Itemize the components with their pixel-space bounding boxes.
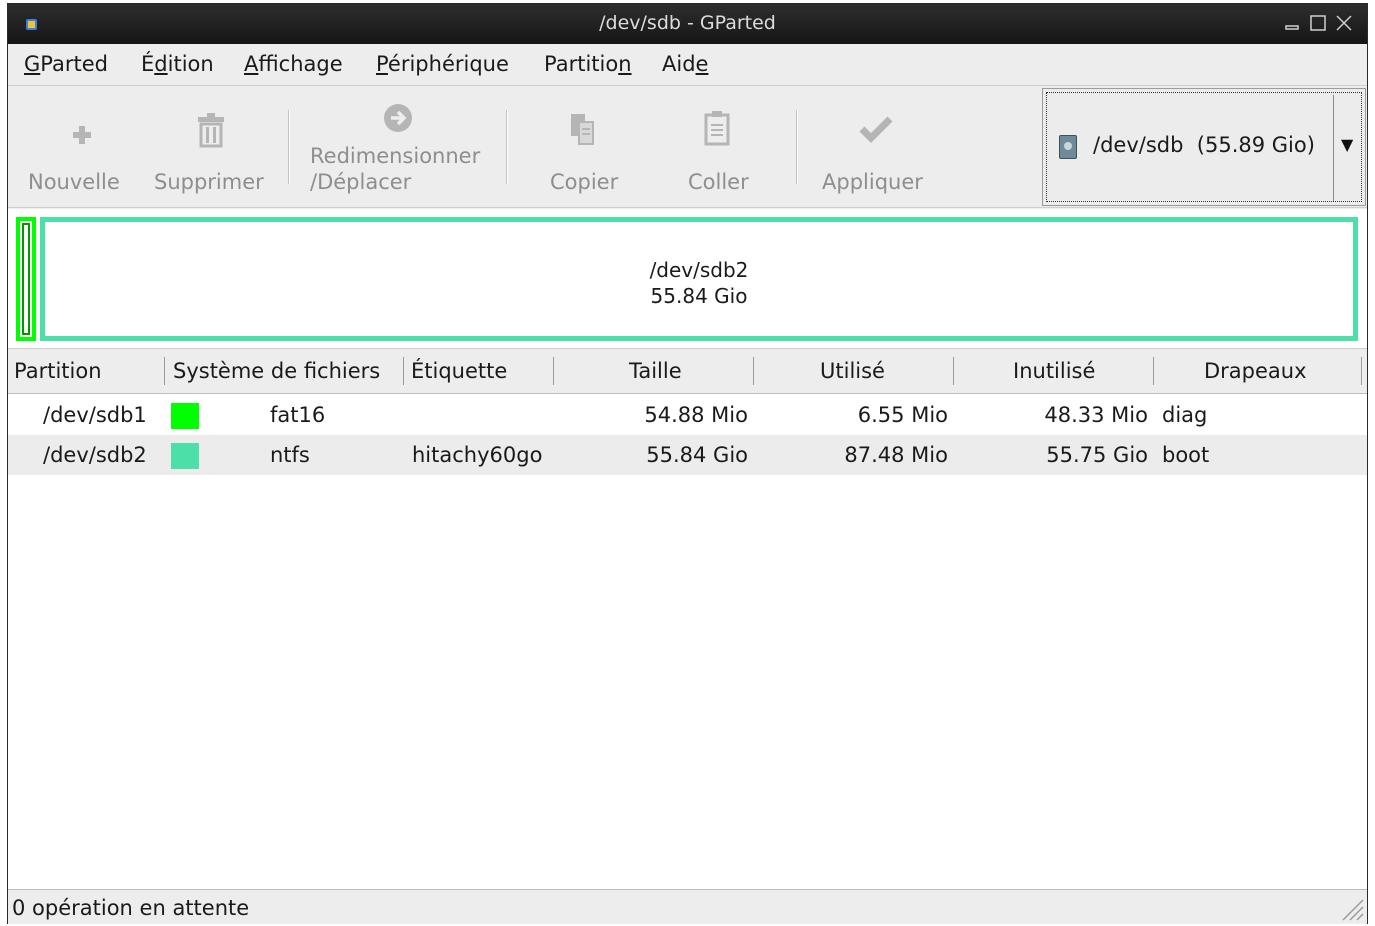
- cell-filesystem: ntfs: [270, 443, 310, 467]
- paste-label: Coller: [688, 170, 749, 194]
- maximize-icon[interactable]: [1308, 13, 1328, 33]
- combo-separator: [1333, 95, 1334, 201]
- resize-label-line2: /Déplacer: [310, 170, 412, 194]
- dropdown-arrow-icon[interactable]: ▼: [1341, 135, 1353, 154]
- menu-edition-post: ition: [167, 52, 214, 76]
- menu-edition-pre: É: [141, 52, 155, 76]
- toolbar: Nouvelle Supprimer Redimensionner /Dépla…: [8, 86, 1367, 208]
- resize-icon: [384, 104, 412, 132]
- col-header-filesystem[interactable]: Système de fichiers: [173, 359, 380, 383]
- menu-gparted[interactable]: GParted: [24, 52, 108, 76]
- col-header-label[interactable]: Étiquette: [411, 359, 507, 383]
- menu-peripherique[interactable]: Périphérique: [376, 52, 509, 76]
- device-value: /dev/sdb (55.89 Gio): [1093, 133, 1315, 157]
- partition-usage-bar: [22, 223, 30, 335]
- table-row[interactable]: /dev/sdb2 ntfs hitachy60go 55.84 Gio 87.…: [8, 435, 1367, 475]
- cell-filesystem: fat16: [270, 403, 326, 427]
- cell-used: 87.48 Mio: [844, 443, 948, 467]
- delete-label: Supprimer: [154, 170, 264, 194]
- cell-flags: boot: [1162, 443, 1210, 467]
- cell-label: hitachy60go: [412, 443, 543, 467]
- cell-partition: /dev/sdb2: [43, 443, 147, 467]
- table-header: Partition Système de fichiers Étiquette …: [8, 349, 1367, 394]
- trash-icon: [198, 113, 224, 148]
- disk-map: /dev/sdb2 55.84 Gio: [8, 209, 1367, 349]
- menu-partition-mnemonic: n: [618, 52, 632, 76]
- menu-aide-pre: Aid: [662, 52, 696, 76]
- copy-button[interactable]: Copier: [518, 86, 658, 206]
- clipboard-icon: [704, 111, 730, 146]
- column-divider[interactable]: [1361, 357, 1362, 385]
- status-bar: 0 opération en attente: [8, 889, 1367, 924]
- filesystem-color-swatch: [171, 403, 199, 429]
- partition-table: Partition Système de fichiers Étiquette …: [8, 349, 1367, 889]
- cell-unused: 55.75 Gio: [1046, 443, 1148, 467]
- menu-partition-pre: Partitio: [544, 52, 619, 76]
- menu-bar: GParted Édition Affichage Périphérique P…: [8, 44, 1367, 86]
- cell-flags: diag: [1162, 403, 1208, 427]
- column-divider[interactable]: [164, 357, 165, 385]
- plus-icon: [73, 126, 91, 144]
- copy-label: Copier: [550, 170, 619, 194]
- resize-label-line1: Redimensionner: [310, 144, 481, 168]
- col-header-unused[interactable]: Inutilisé: [1013, 359, 1095, 383]
- device-size: (55.89 Gio): [1196, 133, 1315, 157]
- window-title: /dev/sdb - GParted: [599, 12, 776, 34]
- paste-button[interactable]: Coller: [658, 86, 788, 206]
- filesystem-color-swatch: [171, 443, 199, 469]
- menu-edition[interactable]: Édition: [141, 52, 214, 76]
- cell-used: 6.55 Mio: [857, 403, 948, 427]
- column-divider[interactable]: [1153, 357, 1154, 385]
- minimize-icon[interactable]: [1282, 13, 1302, 33]
- device-name: /dev/sdb: [1093, 133, 1184, 157]
- menu-gparted-post: Parted: [40, 52, 108, 76]
- checkmark-icon: [859, 116, 893, 143]
- menu-affichage-mnemonic: A: [244, 52, 259, 76]
- delete-button[interactable]: Supprimer: [148, 86, 278, 206]
- partition-block-sdb2[interactable]: /dev/sdb2 55.84 Gio: [40, 217, 1358, 341]
- col-header-used[interactable]: Utilisé: [820, 359, 885, 383]
- partition-block-size: 55.84 Gio: [650, 284, 748, 308]
- col-header-size[interactable]: Taille: [629, 359, 682, 383]
- cell-size: 54.88 Mio: [644, 403, 748, 427]
- harddisk-icon: [1059, 135, 1077, 159]
- new-label: Nouvelle: [28, 170, 120, 194]
- apply-button[interactable]: Appliquer: [808, 86, 958, 206]
- menu-aide-mnemonic: e: [695, 52, 709, 76]
- table-row[interactable]: /dev/sdb1 fat16 54.88 Mio 6.55 Mio 48.33…: [8, 395, 1367, 435]
- apply-label: Appliquer: [822, 170, 923, 194]
- new-button[interactable]: Nouvelle: [8, 86, 148, 206]
- gparted-window: /dev/sdb - GParted GParted Édition Affic…: [7, 3, 1368, 924]
- col-header-flags[interactable]: Drapeaux: [1204, 359, 1307, 383]
- device-selector[interactable]: /dev/sdb (55.89 Gio) ▼: [1042, 88, 1366, 206]
- column-divider[interactable]: [553, 357, 554, 385]
- column-divider[interactable]: [753, 357, 754, 385]
- toolbar-separator: [506, 110, 508, 184]
- menu-peripherique-mnemonic: P: [376, 52, 388, 76]
- title-bar[interactable]: /dev/sdb - GParted: [8, 4, 1367, 44]
- partition-block-sdb1[interactable]: [16, 217, 36, 341]
- copy-icon: [571, 114, 594, 145]
- col-header-partition[interactable]: Partition: [14, 359, 102, 383]
- toolbar-separator: [288, 110, 290, 184]
- menu-gparted-mnemonic: G: [24, 52, 41, 76]
- partition-block-name: /dev/sdb2: [649, 258, 749, 282]
- menu-partition[interactable]: Partition: [544, 52, 632, 76]
- toolbar-separator: [796, 110, 798, 184]
- cell-unused: 48.33 Mio: [1044, 403, 1148, 427]
- menu-affichage[interactable]: Affichage: [244, 52, 343, 76]
- menu-edition-mnemonic: d: [154, 52, 168, 76]
- resize-grip-icon[interactable]: [1337, 894, 1365, 922]
- close-icon[interactable]: [1334, 13, 1354, 33]
- menu-peripherique-post: ériphérique: [387, 52, 509, 76]
- menu-affichage-post: ffichage: [258, 52, 343, 76]
- pending-operations-status: 0 opération en attente: [12, 896, 250, 920]
- resize-move-button[interactable]: Redimensionner /Déplacer: [300, 86, 500, 206]
- column-divider[interactable]: [403, 357, 404, 385]
- cell-size: 55.84 Gio: [646, 443, 748, 467]
- menu-aide[interactable]: Aide: [662, 52, 708, 76]
- column-divider[interactable]: [953, 357, 954, 385]
- cell-partition: /dev/sdb1: [43, 403, 147, 427]
